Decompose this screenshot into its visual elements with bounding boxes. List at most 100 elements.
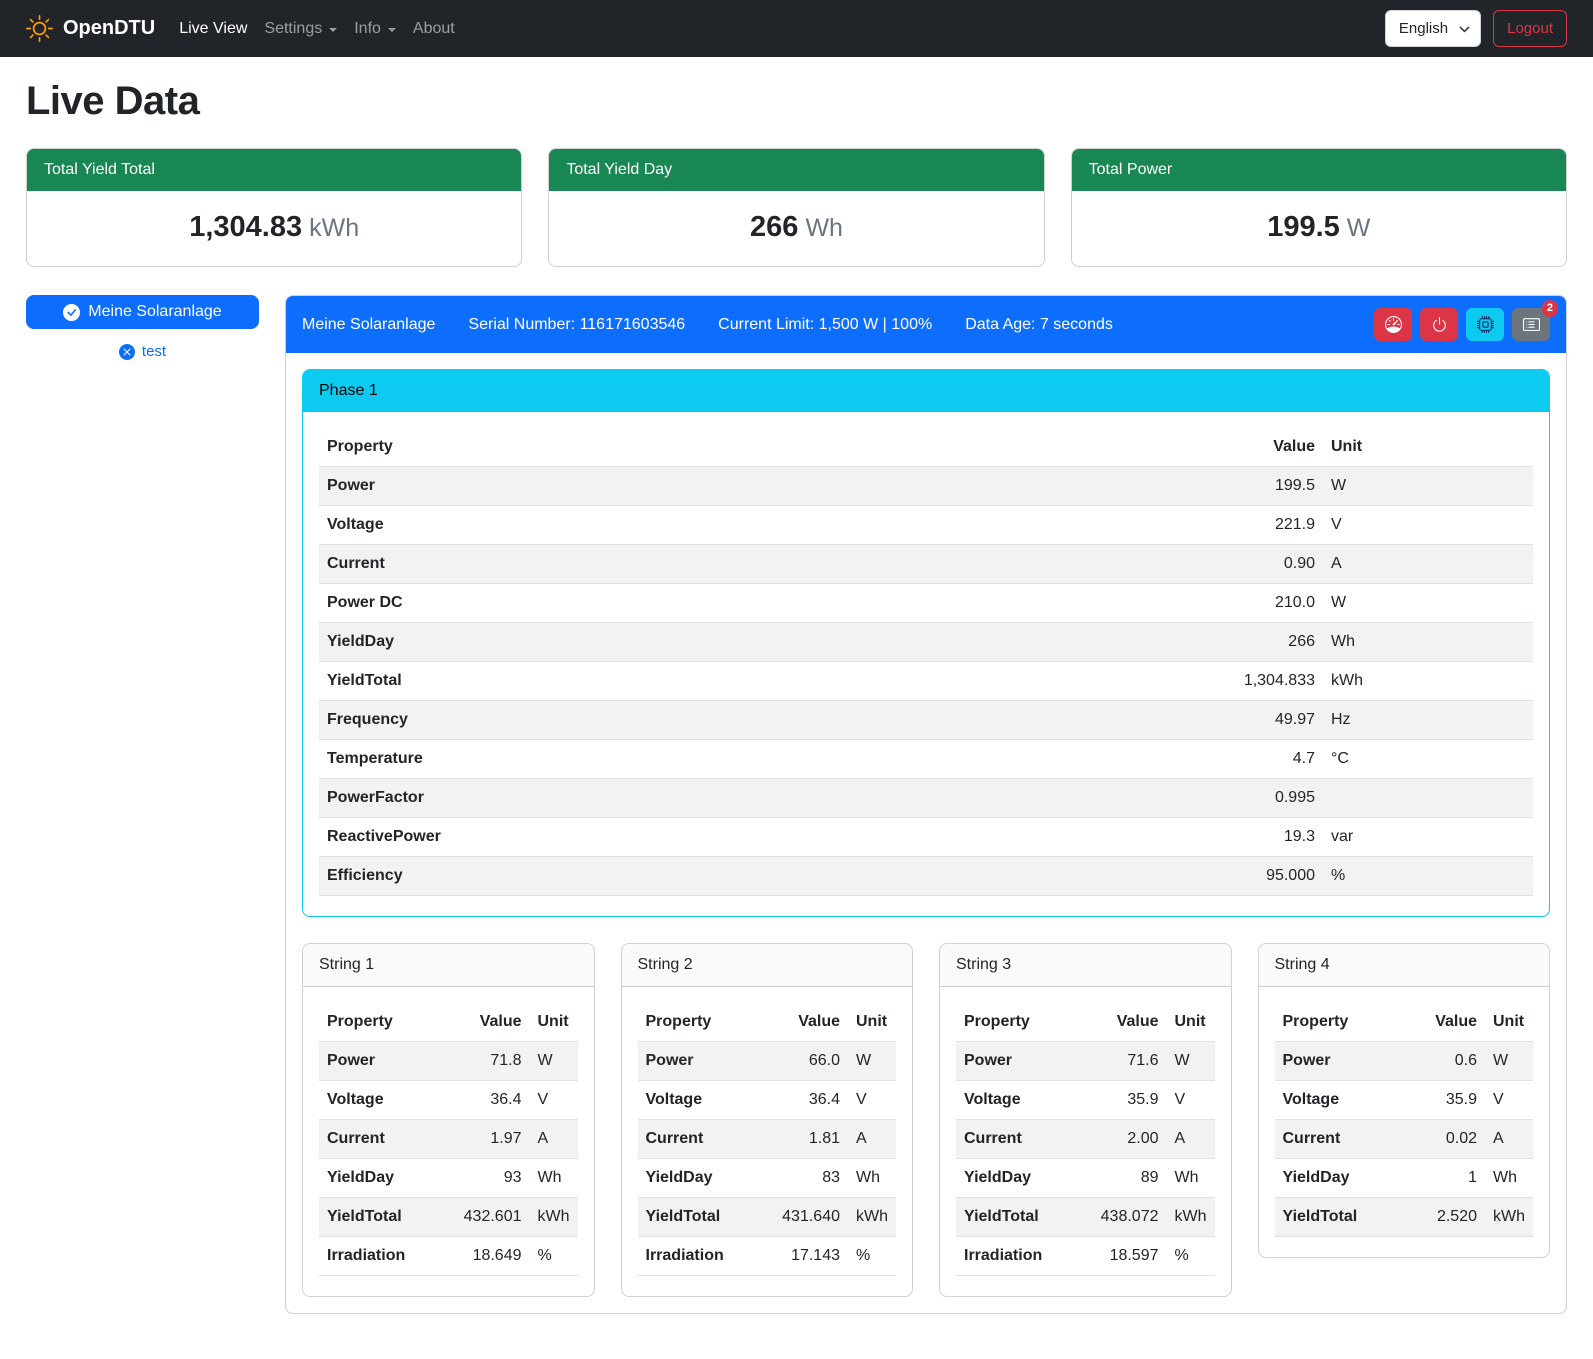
column-property: Property [319,1003,442,1042]
property-cell: YieldDay [319,1159,442,1198]
card-unit: kWh [309,214,359,242]
unit-cell: kWh [1323,662,1533,701]
column-value: Value [1178,428,1323,467]
column-value: Value [442,1003,530,1042]
unit-cell: °C [1323,740,1533,779]
value-cell: 0.995 [1178,779,1323,818]
table-row: YieldDay1Wh [1275,1159,1534,1198]
summary-cards: Total Yield Total 1,304.83kWh Total Yiel… [26,148,1567,267]
navbar-right: English Logout [1385,10,1567,47]
unit-cell: kWh [1485,1198,1533,1237]
nav-item-label: Live View [179,20,247,38]
table-header-row: Property Value Unit [956,1003,1215,1042]
nav-item-label: About [413,20,455,38]
card-total-yield-total: Total Yield Total 1,304.83kWh [26,148,522,267]
unit-cell: V [848,1081,896,1120]
column-property: Property [638,1003,761,1042]
unit-cell: Wh [848,1159,896,1198]
string-title: String 1 [303,944,594,987]
unit-cell: V [1323,506,1533,545]
table-row: Frequency49.97Hz [319,701,1533,740]
property-cell: YieldDay [319,623,1178,662]
property-cell: Power DC [319,584,1178,623]
table-row: YieldDay93Wh [319,1159,578,1198]
property-cell: Voltage [1275,1081,1398,1120]
table-row: YieldDay83Wh [638,1159,897,1198]
card-unit: W [1347,214,1371,242]
speedometer-icon [1385,316,1402,333]
nav-live-view[interactable]: Live View [179,14,247,44]
table-row: Irradiation18.597% [956,1237,1215,1276]
table-row: Temperature4.7°C [319,740,1533,779]
value-cell: 95.000 [1178,857,1323,896]
table-header-row: Property Value Unit [319,1003,578,1042]
property-cell: YieldTotal [1275,1198,1398,1237]
phase-table: Property Value Unit Power199.5WVoltage22… [319,428,1533,896]
value-cell: 35.9 [1397,1081,1485,1120]
column-property: Property [1275,1003,1398,1042]
sidebar-item-meine-solaranlage[interactable]: Meine Solaranlage [26,295,259,329]
value-cell: 17.143 [760,1237,848,1276]
table-row: Irradiation17.143% [638,1237,897,1276]
brand[interactable]: OpenDTU [26,15,155,42]
value-cell: 199.5 [1178,467,1323,506]
chevron-down-icon [1459,23,1470,34]
unit-cell: kWh [848,1198,896,1237]
string-card-2: String 2 Property Value Unit [621,943,914,1297]
column-value: Value [760,1003,848,1042]
string-table: Property Value Unit Power71.6WVoltage35.… [956,1003,1215,1276]
card-title: Total Yield Day [549,149,1043,191]
value-cell: 19.3 [1178,818,1323,857]
property-cell: Current [638,1120,761,1159]
unit-cell: W [530,1042,578,1081]
phase-title: Phase 1 [303,370,1549,412]
property-cell: Voltage [319,506,1178,545]
value-cell: 2.520 [1397,1198,1485,1237]
value-cell: 71.8 [442,1042,530,1081]
property-cell: Temperature [319,740,1178,779]
value-cell: 432.601 [442,1198,530,1237]
table-row: Power199.5W [319,467,1533,506]
unit-cell: W [1323,467,1533,506]
chevron-down-icon [329,28,337,32]
unit-cell: A [1485,1120,1533,1159]
table-row: YieldDay89Wh [956,1159,1215,1198]
property-cell: YieldTotal [319,662,1178,701]
nav-info[interactable]: Info [354,14,396,44]
power-icon [1431,316,1448,333]
cpu-icon [1477,316,1494,333]
card-total-power: Total Power 199.5W [1071,148,1567,267]
logout-button[interactable]: Logout [1493,10,1567,47]
unit-cell: A [1167,1120,1215,1159]
value-cell: 0.90 [1178,545,1323,584]
nav-about[interactable]: About [413,14,455,44]
property-cell: Irradiation [956,1237,1079,1276]
table-row: ReactivePower19.3var [319,818,1533,857]
string-card-3: String 3 Property Value Unit [939,943,1232,1297]
limit-settings-button[interactable] [1374,308,1412,341]
table-header-row: Property Value Unit [638,1003,897,1042]
unit-cell: kWh [530,1198,578,1237]
inverter-data-age: Data Age: 7 seconds [965,316,1113,334]
device-info-button[interactable] [1466,308,1504,341]
power-button[interactable] [1420,308,1458,341]
value-cell: 18.649 [442,1237,530,1276]
unit-cell [1323,779,1533,818]
property-cell: YieldDay [1275,1159,1398,1198]
table-row: YieldTotal1,304.833kWh [319,662,1533,701]
value-cell: 36.4 [442,1081,530,1120]
value-cell: 438.072 [1079,1198,1167,1237]
column-unit: Unit [1167,1003,1215,1042]
sidebar-item-label: test [142,343,166,360]
string-body: Property Value Unit Power66.0WVoltage36.… [622,987,913,1296]
table-row: Voltage35.9V [956,1081,1215,1120]
language-select[interactable]: English [1385,10,1481,47]
value-cell: 266 [1178,623,1323,662]
main-row: Meine Solaranlage test Meine Solaranlage… [26,295,1567,1340]
property-cell: Irradiation [319,1237,442,1276]
event-log-button[interactable]: 2 [1512,308,1550,341]
table-row: Power71.8W [319,1042,578,1081]
sidebar-item-test[interactable]: test [26,343,259,360]
nav-settings[interactable]: Settings [264,14,337,44]
page-title: Live Data [26,79,1567,124]
